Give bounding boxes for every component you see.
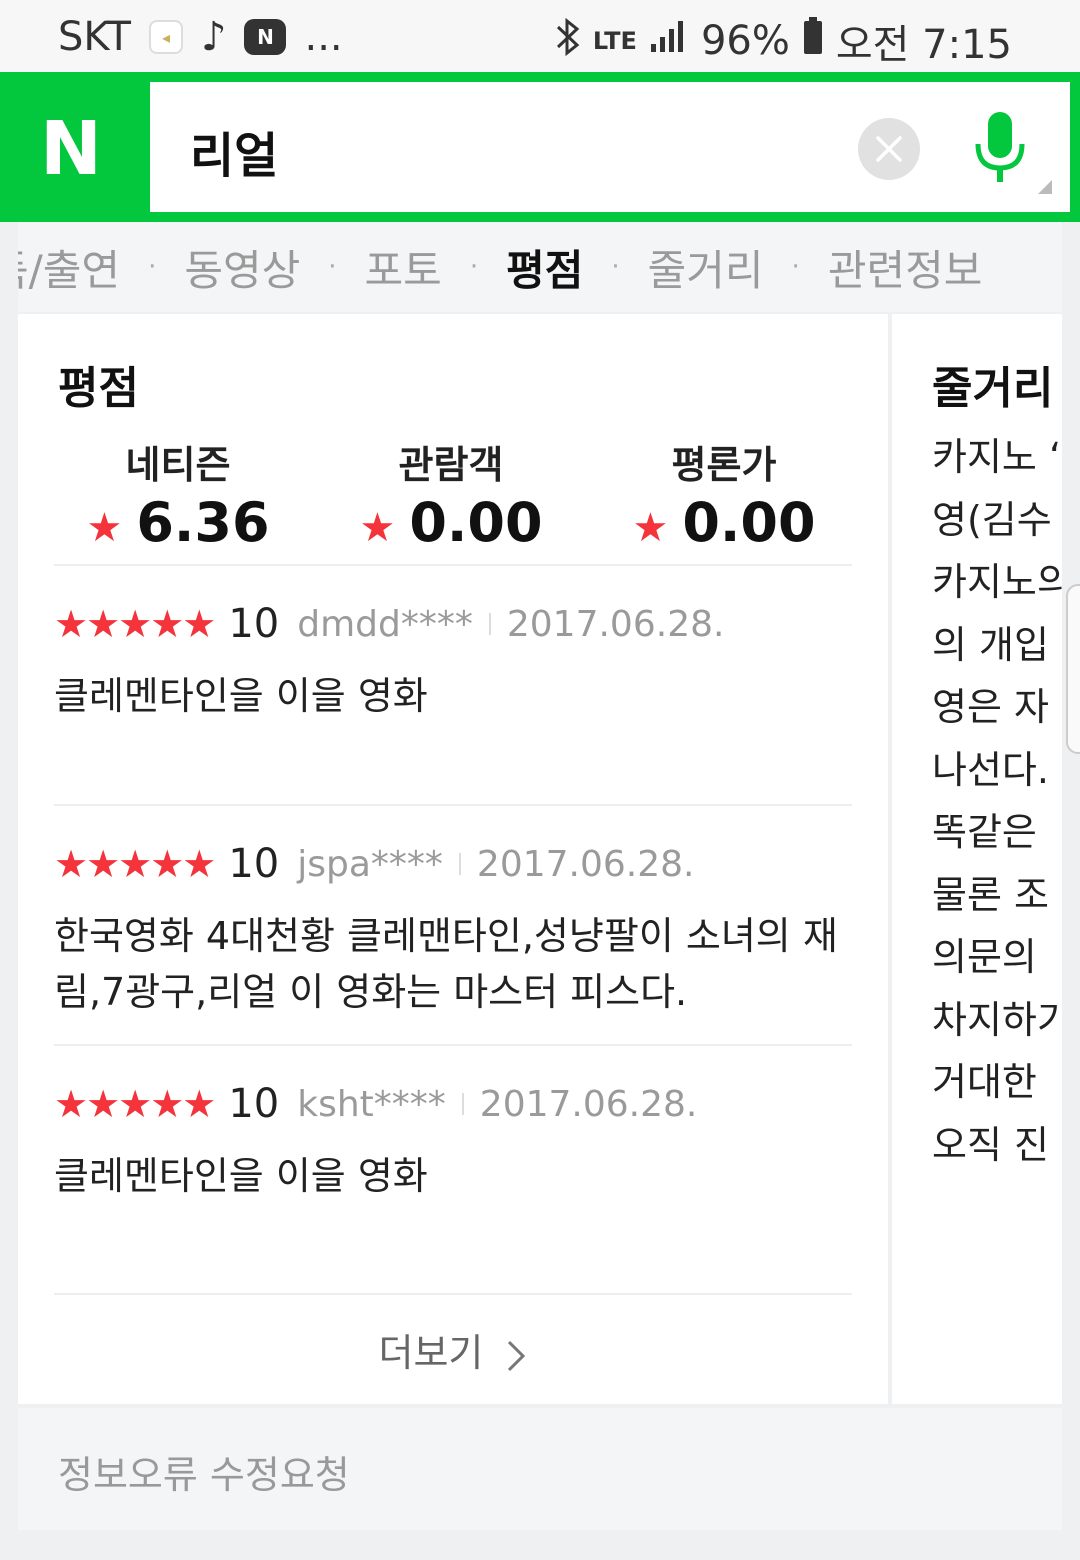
clock: 오전 7:15 (835, 22, 1012, 68)
tab-separator: · (791, 252, 800, 282)
close-icon (876, 136, 902, 162)
search-header: N 리얼 (0, 72, 1080, 222)
bluetooth-icon (555, 17, 581, 66)
score-value: 6.36 (136, 491, 270, 554)
footer: 정보오류 수정요청 (18, 1408, 1062, 1530)
divider (54, 804, 852, 806)
plot-card: 줄거리 카지노 ‘ 영(김수 카지노의 의 개입 영은 자 나선다. 똑같은 물… (892, 314, 1062, 1404)
review-text: 한국영화 4대천황 클레맨타인,성냥팔이 소녀의 재림,7광구,리얼 이 영화는… (54, 914, 838, 1014)
critic-score: 평론가 ★ 0.00 (604, 434, 844, 554)
plot-line: 오직 진 (932, 1122, 1049, 1167)
tab-separator: · (469, 252, 479, 282)
plot-line: 의 개입 (932, 622, 1049, 667)
plot-line: 차지하기 (932, 997, 1062, 1042)
search-input[interactable]: 리얼 (190, 116, 278, 186)
more-button[interactable]: 더보기 (18, 1322, 888, 1377)
review-user: jspa**** (297, 843, 443, 885)
plot-line: 나선다. (932, 747, 1049, 792)
review-text: 클레멘타인을 이을 영화 (54, 674, 428, 718)
tab-photos[interactable]: 포토 (365, 237, 442, 298)
score-value: 0.00 (682, 491, 816, 554)
score-label: 관람객 (398, 443, 504, 487)
naver-notification-icon: N (244, 19, 287, 55)
tab-ratings[interactable]: 평점 (506, 237, 583, 298)
voice-search-button[interactable] (970, 110, 1030, 190)
separator (488, 613, 491, 635)
review-date: 2017.06.28. (476, 843, 695, 885)
battery-percent: 96% (700, 18, 790, 64)
separator (461, 1093, 464, 1115)
review-score: 10 (228, 1081, 280, 1127)
score-label: 평론가 (671, 443, 777, 487)
star-icon: ★ (359, 505, 396, 551)
divider (54, 1293, 852, 1295)
netizen-score: 네티즌 ★ 6.36 (58, 434, 298, 554)
plot-line: 카지노 ‘ (932, 435, 1062, 479)
report-error-link[interactable]: 정보오류 수정요청 (58, 1444, 350, 1499)
review-item: ★★★★★ 10 ksht**** 2017.06.28. 클레멘타인을 이을 … (54, 1080, 854, 1204)
section-tabs: 득/출연 · 동영상 · 포토 · 평점 · 줄거리 · 관련정보 (18, 222, 1062, 312)
more-notifications-icon: ... (304, 14, 343, 60)
status-right: LTE 96% 오전 7:15 (555, 12, 1012, 70)
plot-line: 영(김수 (932, 497, 1052, 542)
more-label: 더보기 (378, 1331, 484, 1375)
score-label: 네티즌 (125, 443, 231, 487)
score-summary: 네티즌 ★ 6.36 관람객 ★ 0.00 평론가 ★ 0.00 (58, 434, 858, 564)
signal-icon (649, 18, 689, 64)
separator (458, 853, 461, 875)
tabs-row: 득/출연 · 동영상 · 포토 · 평점 · 줄거리 · 관련정보 (18, 222, 982, 312)
status-left: SKT ◂ ♪ N ... (58, 14, 343, 60)
search-box[interactable]: 리얼 (150, 82, 1070, 212)
lte-label: LTE (592, 27, 637, 55)
plot-line: 물론 조 (932, 872, 1049, 917)
rating-stars: ★★★★★ (54, 842, 216, 886)
tab-plot[interactable]: 줄거리 (648, 237, 764, 298)
notification-app-icon: ◂ (148, 20, 183, 54)
tab-separator: · (148, 252, 157, 282)
plot-title: 줄거리 (932, 363, 1054, 414)
carrier-label: SKT (58, 14, 131, 60)
review-item: ★★★★★ 10 dmdd**** 2017.06.28. 클레멘타인을 이을 … (54, 600, 854, 724)
microphone-icon (975, 112, 1025, 182)
rating-stars: ★★★★★ (54, 602, 216, 646)
plot-text: 카지노 ‘ 영(김수 카지노의 의 개입 영은 자 나선다. 똑같은 물론 조 … (932, 426, 1062, 1176)
star-icon: ★ (86, 505, 123, 551)
battery-icon (802, 16, 824, 66)
review-date: 2017.06.28. (479, 1083, 698, 1125)
plot-line: 똑같은 (932, 810, 1037, 854)
score-value: 0.00 (409, 491, 543, 554)
music-note-icon: ♪ (200, 14, 227, 60)
review-score: 10 (228, 841, 280, 887)
tab-cast[interactable]: 득/출연 (18, 237, 120, 298)
tab-separator: · (328, 252, 337, 282)
tab-related-info[interactable]: 관련정보 (828, 237, 983, 298)
plot-line: 영은 자 (932, 685, 1049, 729)
review-user: dmdd**** (297, 603, 473, 645)
tab-videos[interactable]: 동영상 (184, 237, 300, 298)
divider (54, 1044, 852, 1046)
review-score: 10 (228, 601, 280, 647)
clear-search-button[interactable] (858, 118, 920, 180)
review-date: 2017.06.28. (506, 603, 725, 645)
chevron-right-icon (508, 1340, 526, 1372)
tab-separator: · (611, 252, 620, 282)
rating-card: 평점 네티즌 ★ 6.36 관람객 ★ 0.00 평론가 ★ 0.00 ★★★★★ 1… (18, 314, 888, 1404)
naver-logo[interactable]: N (40, 112, 108, 186)
plot-line: 거대한 (932, 1060, 1037, 1104)
plot-line: 의문의 (932, 935, 1037, 979)
divider (54, 564, 852, 566)
resize-corner (1038, 180, 1052, 194)
rating-stars: ★★★★★ (54, 1082, 216, 1126)
review-text: 클레멘타인을 이을 영화 (54, 1154, 428, 1198)
star-icon: ★ (632, 505, 669, 551)
review-user: ksht**** (297, 1083, 446, 1125)
carousel-scroll-handle[interactable] (1066, 584, 1080, 754)
rating-title: 평점 (58, 363, 139, 414)
audience-score: 관람객 ★ 0.00 (331, 434, 571, 554)
status-bar: SKT ◂ ♪ N ... LTE 96% 오전 7:15 (0, 0, 1080, 72)
plot-line: 카지노의 (932, 560, 1062, 604)
review-item: ★★★★★ 10 jspa**** 2017.06.28. 한국영화 4대천황 … (54, 840, 854, 1020)
